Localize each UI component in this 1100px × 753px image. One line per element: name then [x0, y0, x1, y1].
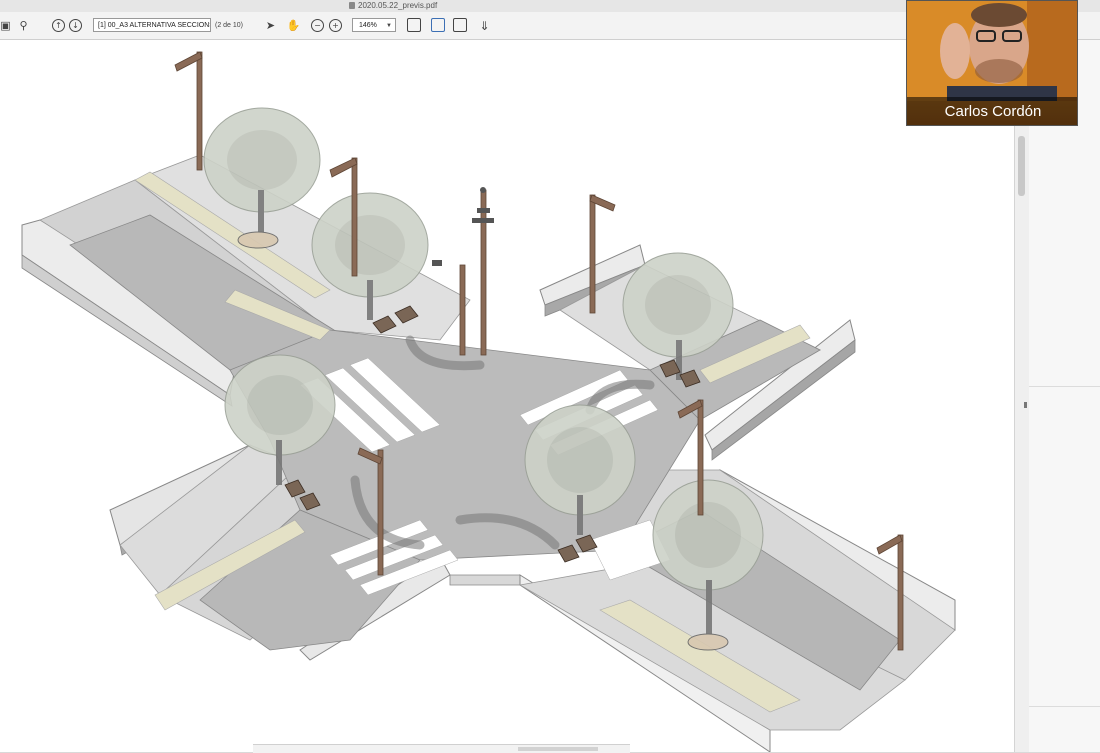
window-title: 2020.05.22_previs.pdf	[358, 1, 438, 10]
page-count-label: (2 de 10)	[215, 22, 244, 29]
fit-width-icon[interactable]	[407, 18, 421, 32]
participant-name-label: Carlos Cordón	[907, 97, 1077, 125]
panel-divider	[1029, 706, 1100, 707]
scrollbar-thumb[interactable]	[1018, 136, 1025, 196]
zoom-out-icon[interactable]: −	[311, 19, 324, 32]
fit-page-icon[interactable]	[431, 18, 445, 32]
select-arrow-tool-icon[interactable]: ➤	[263, 18, 278, 33]
tools-menu-icon[interactable]: ⇓	[477, 18, 492, 33]
vertical-scrollbar[interactable]	[1014, 40, 1029, 752]
sidebar-toggle-icon[interactable]: ▣	[0, 18, 13, 33]
page-select-field[interactable]: [1] 00_A3 ALTERNATIVA SECCIONS	[93, 18, 211, 32]
next-page-icon[interactable]: ↓	[69, 19, 82, 32]
zoom-level-value: 146%	[359, 22, 377, 29]
right-side-panel	[1024, 40, 1100, 752]
panel-collapse-handle[interactable]	[1024, 402, 1027, 408]
intersection-drawing	[21, 51, 956, 752]
panel-divider	[1029, 386, 1100, 387]
hand-tool-icon[interactable]: ✋	[286, 18, 301, 33]
horizontal-scroll-thumb[interactable]	[518, 747, 598, 751]
document-viewport[interactable]	[0, 40, 1014, 752]
full-screen-icon[interactable]	[453, 18, 467, 32]
zoom-in-icon[interactable]: +	[329, 19, 342, 32]
chevron-down-icon: ▼	[386, 23, 392, 29]
webcam-video-tile[interactable]: Carlos Cordón	[906, 0, 1078, 126]
pdf-file-icon	[349, 2, 355, 9]
search-icon[interactable]: ⚲	[16, 18, 31, 33]
zoom-level-select[interactable]: 146% ▼	[352, 18, 396, 32]
participant-video	[907, 1, 1077, 101]
previous-page-icon[interactable]: ↑	[52, 19, 65, 32]
